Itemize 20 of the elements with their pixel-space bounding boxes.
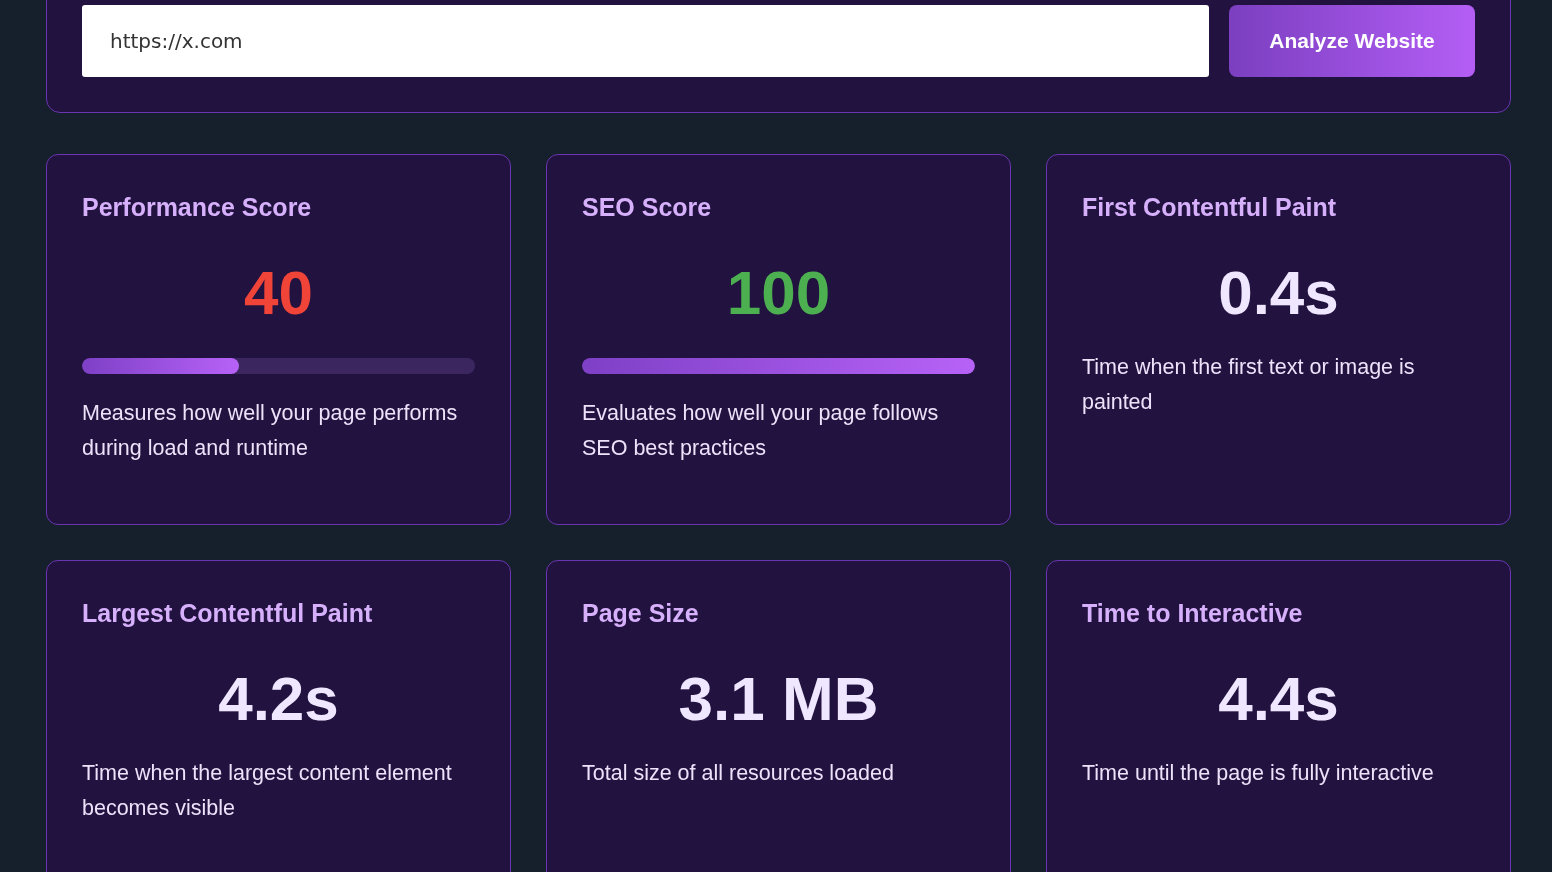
analyze-button[interactable]: Analyze Website <box>1229 5 1475 77</box>
metric-value: 3.1 MB <box>677 664 880 734</box>
metric-value: 40 <box>243 258 314 328</box>
metric-title: Largest Contentful Paint <box>82 598 374 629</box>
metric-title: SEO Score <box>582 192 713 223</box>
metric-title: Page Size <box>582 598 700 629</box>
metric-value: 0.4s <box>1217 258 1340 328</box>
metric-description: Measures how well your page performs during load and runtime <box>82 400 459 462</box>
metric-value: 4.4s <box>1217 664 1340 734</box>
metric-description: Evaluates how well your page follows SEO best practices <box>582 400 940 462</box>
metric-title: Time to Interactive <box>1082 598 1304 629</box>
metric-title: First Contentful Paint <box>1082 192 1338 223</box>
metric-value: 4.2s <box>217 664 340 734</box>
metric-description: Total size of all resources loaded <box>582 760 895 787</box>
metric-value: 100 <box>725 258 832 328</box>
metric-title: Performance Score <box>82 192 313 223</box>
metric-description: Time when the first text or image is painted <box>1082 354 1416 416</box>
url-input-field[interactable]: https://x.com <box>82 5 1209 77</box>
metric-description: Time until the page is fully interactive <box>1082 760 1435 787</box>
metric-description: Time when the largest content element becomes visible <box>82 760 453 822</box>
